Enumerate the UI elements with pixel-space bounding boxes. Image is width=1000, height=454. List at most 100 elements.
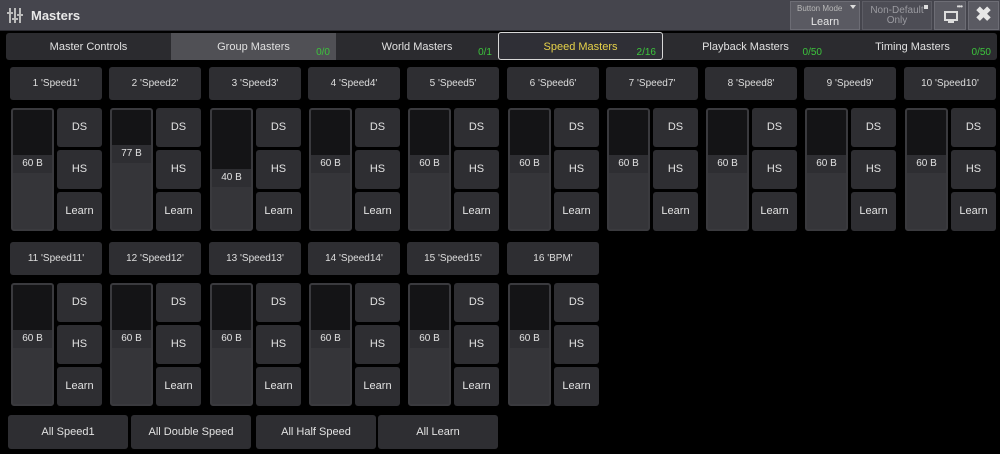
- hs-button[interactable]: HS: [256, 150, 301, 189]
- learn-button[interactable]: Learn: [951, 192, 996, 231]
- ds-button[interactable]: DS: [554, 283, 599, 322]
- learn-button[interactable]: Learn: [256, 192, 301, 231]
- learn-button[interactable]: Learn: [156, 192, 201, 231]
- ds-button[interactable]: DS: [951, 108, 996, 147]
- master-fader[interactable]: 60 B: [408, 283, 451, 406]
- master-fader[interactable]: 60 B: [110, 283, 153, 406]
- hs-button[interactable]: HS: [653, 150, 698, 189]
- master-header[interactable]: 2 'Speed2': [109, 67, 201, 100]
- hs-button[interactable]: HS: [156, 150, 201, 189]
- master-fader[interactable]: 60 B: [11, 108, 54, 231]
- all-speed1-button[interactable]: All Speed1: [8, 415, 128, 449]
- non-default-only-toggle[interactable]: Non-Default Only: [862, 1, 932, 30]
- ds-button[interactable]: DS: [156, 108, 201, 147]
- hs-button[interactable]: HS: [951, 150, 996, 189]
- master-header[interactable]: 9 'Speed9': [804, 67, 896, 100]
- learn-button[interactable]: Learn: [851, 192, 896, 231]
- learn-button[interactable]: Learn: [454, 192, 499, 231]
- master-fader[interactable]: 60 B: [607, 108, 650, 231]
- learn-button[interactable]: Learn: [355, 367, 400, 406]
- master-fader[interactable]: 60 B: [706, 108, 749, 231]
- master-fader[interactable]: 60 B: [309, 283, 352, 406]
- master-header[interactable]: 4 'Speed4': [308, 67, 400, 100]
- learn-button[interactable]: Learn: [752, 192, 797, 231]
- master-header[interactable]: 7 'Speed7': [606, 67, 698, 100]
- master-header[interactable]: 11 'Speed11': [10, 242, 102, 275]
- master-fader[interactable]: 60 B: [805, 108, 848, 231]
- master-fader[interactable]: 60 B: [408, 108, 451, 231]
- all-learn-button[interactable]: All Learn: [378, 415, 498, 449]
- master-fader[interactable]: 60 B: [508, 108, 551, 231]
- master-fader[interactable]: 60 B: [508, 283, 551, 406]
- ds-button[interactable]: DS: [57, 108, 102, 147]
- master-fader[interactable]: 40 B: [210, 108, 253, 231]
- learn-button[interactable]: Learn: [57, 192, 102, 231]
- learn-button[interactable]: Learn: [554, 192, 599, 231]
- button-mode-label: Button Mode: [797, 4, 843, 13]
- learn-button[interactable]: Learn: [57, 367, 102, 406]
- ds-button[interactable]: DS: [57, 283, 102, 322]
- ds-button[interactable]: DS: [653, 108, 698, 147]
- master-header[interactable]: 5 'Speed5': [407, 67, 499, 100]
- master-fader[interactable]: 60 B: [11, 283, 54, 406]
- hs-button[interactable]: HS: [851, 150, 896, 189]
- master-header[interactable]: 16 'BPM': [507, 242, 599, 275]
- ds-button[interactable]: DS: [256, 283, 301, 322]
- learn-button[interactable]: Learn: [454, 367, 499, 406]
- ds-button[interactable]: DS: [256, 108, 301, 147]
- master-header[interactable]: 14 'Speed14': [308, 242, 400, 275]
- hs-button[interactable]: HS: [256, 325, 301, 364]
- tab-master-controls[interactable]: Master Controls: [6, 33, 171, 60]
- learn-button[interactable]: Learn: [355, 192, 400, 231]
- master-header[interactable]: 10 'Speed10': [904, 67, 996, 100]
- learn-button[interactable]: Learn: [156, 367, 201, 406]
- hs-button[interactable]: HS: [554, 325, 599, 364]
- master-header[interactable]: 8 'Speed8': [705, 67, 797, 100]
- tab-count: 0/0: [316, 47, 330, 58]
- hs-button[interactable]: HS: [752, 150, 797, 189]
- ds-button[interactable]: DS: [454, 283, 499, 322]
- hs-button[interactable]: HS: [57, 150, 102, 189]
- ds-button[interactable]: DS: [355, 283, 400, 322]
- all-half-speed-button[interactable]: All Half Speed: [256, 415, 376, 449]
- ds-button[interactable]: DS: [851, 108, 896, 147]
- fader-empty-track: [510, 285, 549, 330]
- tab-playback-masters[interactable]: Playback Masters 0/50: [663, 33, 828, 60]
- master-header[interactable]: 12 'Speed12': [109, 242, 201, 275]
- master-fader[interactable]: 60 B: [210, 283, 253, 406]
- master-header[interactable]: 15 'Speed15': [407, 242, 499, 275]
- tab-speed-masters[interactable]: Speed Masters 2/16: [498, 32, 663, 60]
- master-header[interactable]: 6 'Speed6': [507, 67, 599, 100]
- master-fader[interactable]: 60 B: [905, 108, 948, 231]
- master-header[interactable]: 3 'Speed3': [209, 67, 301, 100]
- tab-timing-masters[interactable]: Timing Masters 0/50: [828, 33, 997, 60]
- ds-button[interactable]: DS: [156, 283, 201, 322]
- ds-button[interactable]: DS: [355, 108, 400, 147]
- fader-empty-track: [112, 110, 151, 145]
- master-header[interactable]: 1 'Speed1': [10, 67, 102, 100]
- hs-button[interactable]: HS: [57, 325, 102, 364]
- hs-button[interactable]: HS: [554, 150, 599, 189]
- button-mode-select[interactable]: Button Mode Learn: [790, 1, 860, 30]
- ds-button[interactable]: DS: [752, 108, 797, 147]
- learn-button[interactable]: Learn: [554, 367, 599, 406]
- tab-group-masters[interactable]: Group Masters 0/0: [171, 33, 336, 60]
- tab-world-masters[interactable]: World Masters 0/1: [336, 33, 498, 60]
- display-button[interactable]: •••: [934, 1, 966, 30]
- hs-button[interactable]: HS: [454, 325, 499, 364]
- learn-button[interactable]: Learn: [256, 367, 301, 406]
- master-fader[interactable]: 77 B: [110, 108, 153, 231]
- learn-button[interactable]: Learn: [653, 192, 698, 231]
- hs-button[interactable]: HS: [355, 150, 400, 189]
- hs-button[interactable]: HS: [454, 150, 499, 189]
- all-double-speed-button[interactable]: All Double Speed: [131, 415, 251, 449]
- ds-button[interactable]: DS: [554, 108, 599, 147]
- hs-button[interactable]: HS: [355, 325, 400, 364]
- master-header[interactable]: 13 'Speed13': [209, 242, 301, 275]
- master-fader[interactable]: 60 B: [309, 108, 352, 231]
- speed-master-11: 11 'Speed11' 60 B DS HS Learn: [10, 242, 104, 406]
- ds-button[interactable]: DS: [454, 108, 499, 147]
- hs-button[interactable]: HS: [156, 325, 201, 364]
- close-button[interactable]: ✖: [968, 1, 999, 30]
- fader-value: 60 B: [13, 155, 52, 173]
